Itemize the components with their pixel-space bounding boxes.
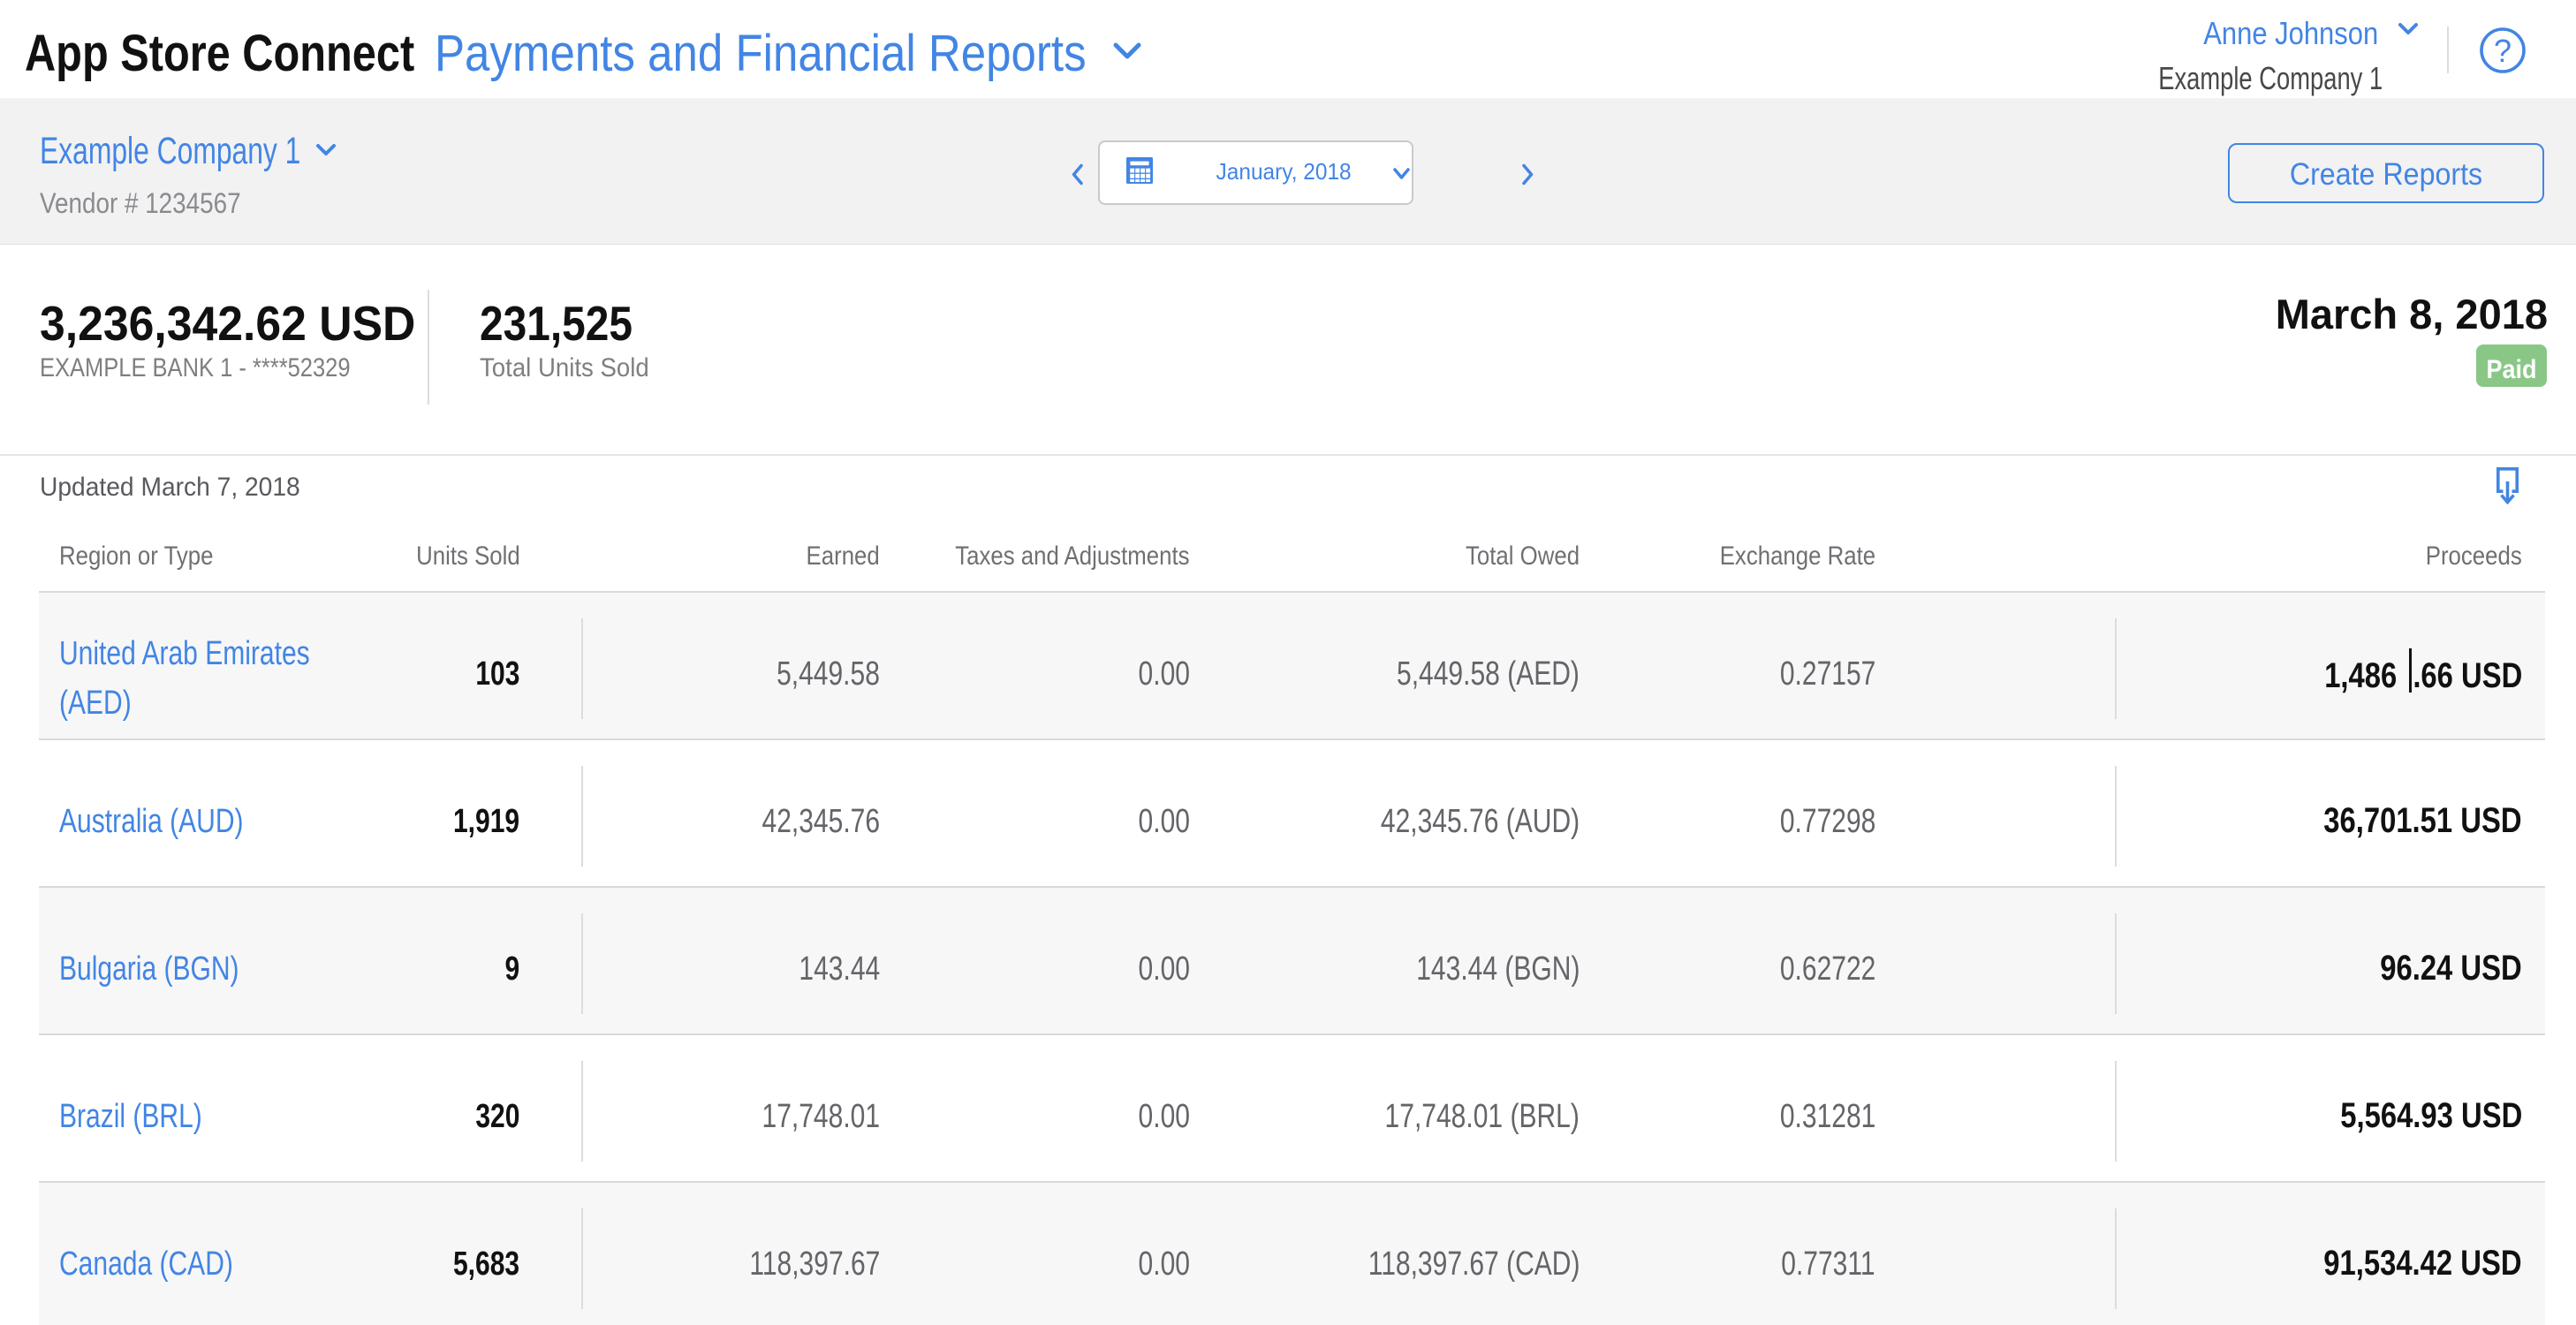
svg-text:?: ? bbox=[2494, 33, 2512, 69]
